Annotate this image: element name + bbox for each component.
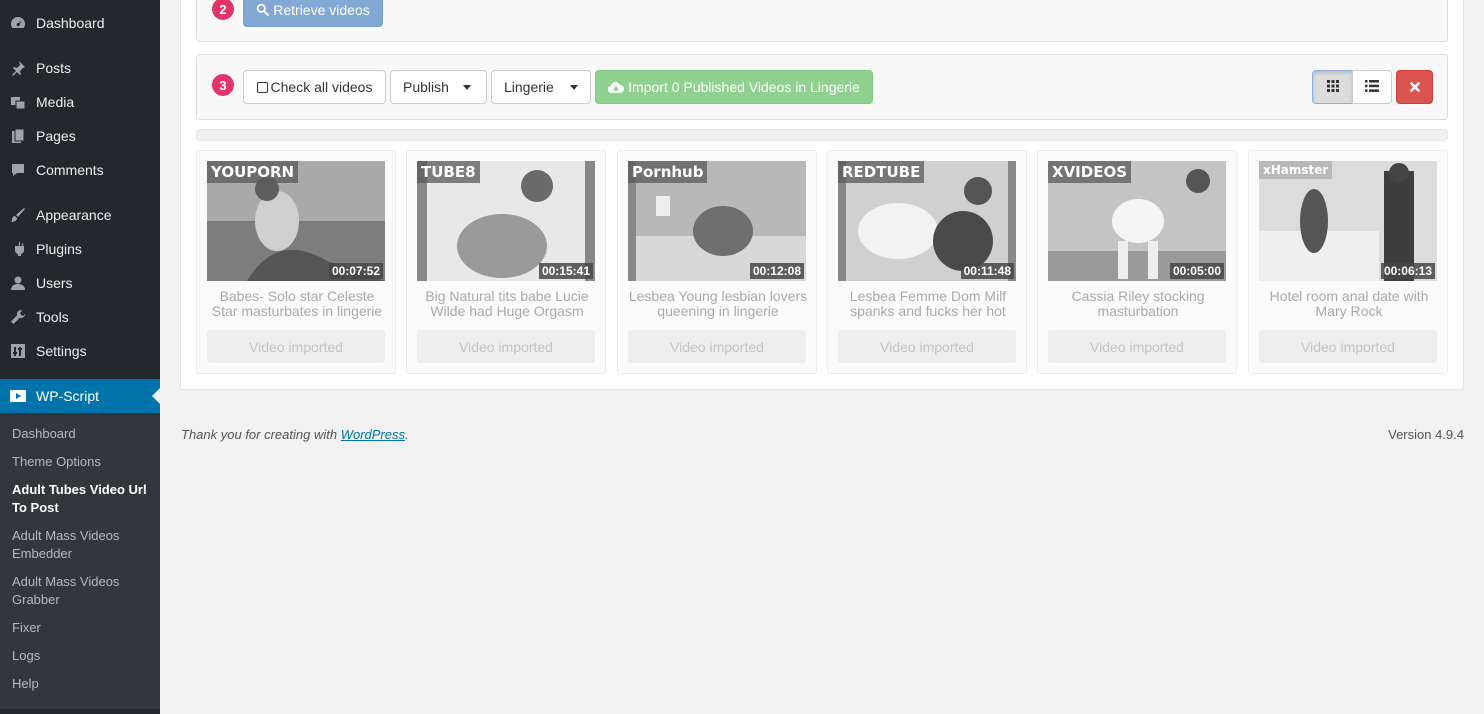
video-thumbnail[interactable]: YOUPORN 00:07:52 [207, 161, 385, 281]
footer-thanks-suffix: . [405, 427, 409, 442]
grid-view-button[interactable] [1312, 70, 1353, 104]
video-thumbnail[interactable]: REDTUBE 00:11:48 [838, 161, 1016, 281]
clear-results-button[interactable] [1396, 70, 1433, 104]
video-title: Big Natural tits babe Lucie Wilde had Hu… [425, 289, 589, 319]
video-duration: 00:11:48 [960, 263, 1014, 279]
video-imported-status: Video imported [417, 330, 595, 363]
brush-icon [0, 207, 36, 223]
close-icon [1409, 79, 1420, 95]
submenu-fixer[interactable]: Fixer [12, 619, 152, 637]
video-thumbnail[interactable]: TUBE8 00:15:41 [417, 161, 595, 281]
import-videos-label: Import 0 Published Videos in Lingerie [628, 79, 860, 95]
play-icon [0, 388, 36, 404]
site-logo: REDTUBE [838, 161, 925, 183]
video-title: Lesbea Femme Dom Milf spanks and fucks h… [849, 289, 1007, 319]
menu-comments[interactable]: Comments [0, 153, 160, 187]
search-icon [256, 3, 270, 16]
grid-icon [1326, 79, 1339, 95]
footer-thanks: Thank you for creating with WordPress. [181, 427, 409, 442]
video-duration: 00:15:41 [538, 263, 593, 279]
video-imported-status: Video imported [838, 330, 1016, 363]
list-icon [1365, 79, 1379, 95]
submenu-adult-mass-videos-embedder[interactable]: Adult Mass Videos Embedder [12, 527, 152, 563]
wordpress-link[interactable]: WordPress [341, 427, 405, 442]
wp-script-submenu: Dashboard Theme Options Adult Tubes Vide… [0, 413, 160, 709]
video-duration: 00:12:08 [749, 263, 804, 279]
step3-panel: 3 Check all videos Publish Lingerie Impo… [196, 54, 1448, 120]
category-select-value: Lingerie [504, 79, 554, 95]
site-logo: XVIDEOS [1048, 161, 1132, 183]
comment-icon [0, 162, 36, 178]
dashboard-icon [0, 15, 36, 31]
footer-version: Version 4.9.4 [1388, 427, 1464, 442]
pages-icon [0, 128, 36, 144]
chevron-down-icon [569, 84, 578, 90]
video-duration: 00:06:13 [1380, 263, 1435, 279]
video-card: YOUPORN 00:07:52 Babes- Solo star Celest… [196, 150, 396, 374]
menu-pages[interactable]: Pages [0, 119, 160, 153]
status-select-value: Publish [403, 79, 449, 95]
video-imported-status: Video imported [207, 330, 385, 363]
video-title: Hotel room anal date with Mary Rock [1269, 289, 1429, 319]
check-all-videos-button[interactable]: Check all videos [243, 70, 386, 104]
footer-thanks-prefix: Thank you for creating with [181, 427, 341, 442]
category-select[interactable]: Lingerie [491, 70, 591, 104]
submenu-adult-mass-videos-grabber[interactable]: Adult Mass Videos Grabber [12, 573, 152, 609]
site-logo: TUBE8 [417, 161, 480, 183]
plugin-icon [0, 241, 36, 257]
video-imported-status: Video imported [1259, 330, 1437, 363]
video-card: Pornhub 00:12:08 Lesbea Young lesbian lo… [617, 150, 817, 374]
video-thumbnail[interactable]: XVIDEOS 00:05:00 [1048, 161, 1226, 281]
retrieve-videos-label: Retrieve videos [273, 1, 370, 18]
list-view-button[interactable] [1352, 70, 1392, 104]
video-title: Babes- Solo star Celeste Star masturbate… [211, 289, 383, 319]
submenu-logs[interactable]: Logs [12, 647, 152, 665]
video-imported-status: Video imported [628, 330, 806, 363]
video-imported-status: Video imported [1048, 330, 1226, 363]
import-videos-button[interactable]: Import 0 Published Videos in Lingerie [595, 70, 873, 104]
video-thumbnail[interactable]: Pornhub 00:12:08 [628, 161, 806, 281]
menu-dashboard[interactable]: Dashboard [0, 6, 160, 40]
menu-appearance[interactable]: Appearance [0, 198, 160, 232]
submenu-adult-tubes-video-url-to-post[interactable]: Adult Tubes Video Url To Post [12, 481, 152, 517]
menu-tools[interactable]: Tools [0, 300, 160, 334]
menu-users[interactable]: Users [0, 266, 160, 300]
media-icon [0, 94, 36, 110]
check-all-checkbox[interactable] [256, 81, 268, 93]
progress-bar [196, 129, 1448, 141]
video-card: xHamster 00:06:13 Hotel room anal date w… [1248, 150, 1448, 374]
user-icon [0, 275, 36, 291]
submenu-dashboard[interactable]: Dashboard [12, 425, 152, 443]
video-title: Lesbea Young lesbian lovers queening in … [628, 289, 808, 319]
video-title: Cassia Riley stocking masturbation [1071, 289, 1205, 319]
pin-icon [0, 60, 36, 76]
site-logo: YOUPORN [207, 161, 299, 183]
video-card: TUBE8 00:15:41 Big Natural tits babe Luc… [406, 150, 606, 374]
settings-icon [0, 343, 36, 359]
admin-sidebar: Dashboard Posts Media Pages Comments App… [0, 0, 160, 714]
video-thumbnail[interactable]: xHamster 00:06:13 [1259, 161, 1437, 281]
video-duration: 00:07:52 [328, 263, 383, 279]
video-card: REDTUBE 00:11:48 Lesbea Femme Dom Milf s… [827, 150, 1027, 374]
submenu-theme-options[interactable]: Theme Options [12, 453, 152, 471]
submenu-help[interactable]: Help [12, 675, 152, 693]
video-card: XVIDEOS 00:05:00 Cassia Riley stocking m… [1037, 150, 1237, 374]
site-logo: Pornhub [628, 161, 708, 183]
menu-plugins[interactable]: Plugins [0, 232, 160, 266]
step2-panel: 2 Retrieve videos [196, 0, 1448, 42]
chevron-down-icon [462, 84, 471, 90]
menu-media[interactable]: Media [0, 85, 160, 119]
step-2-badge: 2 [212, 0, 234, 20]
menu-wp-script[interactable]: WP-Script [0, 379, 160, 413]
menu-posts[interactable]: Posts [0, 51, 160, 85]
check-all-label: Check all videos [270, 79, 373, 95]
wrench-icon [0, 309, 36, 325]
retrieve-videos-button[interactable]: Retrieve videos [243, 0, 383, 27]
cloud-download-icon [608, 81, 625, 94]
menu-settings[interactable]: Settings [0, 334, 160, 368]
step-3-badge: 3 [212, 74, 234, 96]
status-select[interactable]: Publish [390, 70, 487, 104]
video-duration: 00:05:00 [1169, 263, 1224, 279]
site-logo: xHamster [1259, 161, 1333, 179]
